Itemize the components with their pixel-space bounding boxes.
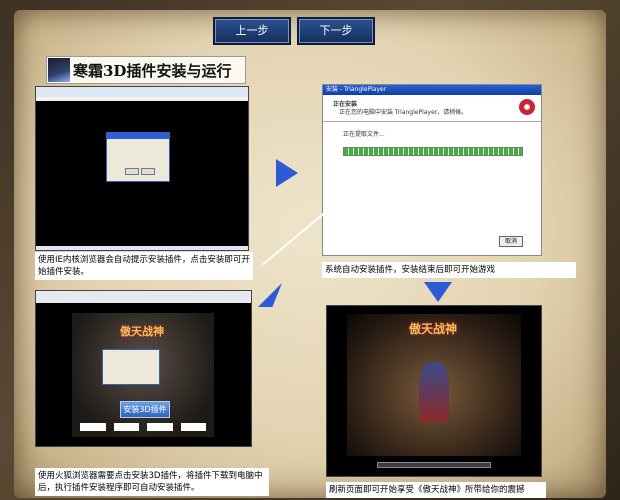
game-scene: 傲天战神 [347,314,521,456]
next-step-button[interactable]: 下一步 [299,19,373,43]
ie-address-bar [36,97,248,101]
page-title-text: 寒霜3D插件安装与运行 [73,61,232,80]
step1-caption: 使用IE内核浏览器会自动提示安装插件，点击安装即可开始插件安装。 [35,252,253,280]
partner-logos [80,423,206,431]
partner-logo [180,423,206,431]
step2-caption: 系统自动安装插件，安装结束后即可开始游戏 [322,262,576,278]
game-loading-bar [377,462,491,468]
installer-status: 正在提取文件... [343,131,385,138]
firefox-page-content: 傲天战神 安装3D插件 [72,313,214,437]
step2-installer-screenshot: 安装 - TrianglePlayer 正在安装 正在您的电脑中安装 Trian… [322,84,542,256]
arrow-down-icon [424,282,452,302]
installer-subheading: 正在您的电脑中安装 TrianglePlayer，请稍候。 [339,109,468,116]
game-title-logo: 傲天战神 [409,322,458,336]
installer-titlebar: 安装 - TrianglePlayer [323,85,541,95]
installer-cancel-button: 取消 [499,236,523,247]
firefox-toolbar [36,291,251,303]
installer-logo-icon [519,99,535,115]
ie-status-bar [36,246,248,250]
firefox-game-logo: 傲天战神 [120,325,164,338]
partner-logo [113,423,139,431]
installer-divider [323,121,541,122]
install-progress-bar [343,147,523,156]
firefox-download-dialog [102,349,160,385]
dialog-install-button [125,168,139,175]
ie-install-prompt-dialog [106,132,170,182]
step3-firefox-screenshot: 傲天战神 安装3D插件 [35,290,252,447]
game-logo-icon [48,58,70,82]
dialog-cancel-button [141,168,155,175]
step1-ie-screenshot [35,86,249,251]
dialog-titlebar [107,133,169,139]
prev-step-button[interactable]: 上一步 [215,19,289,43]
arrow-right-icon [276,159,298,187]
ie-toolbar [36,87,248,97]
page-title: 寒霜3D插件安装与运行 [46,56,246,84]
game-character [419,362,449,422]
partner-logo [147,423,173,431]
step4-game-screenshot: 傲天战神 [326,305,542,477]
step4-caption: 刷新页面即可开始享受《傲天战神》所带给你的震撼 [326,482,546,498]
step3-caption: 使用火狐浏览器需要点击安装3D插件，将插件下载到电脑中后，执行插件安装程序即可自… [35,468,269,496]
partner-logo [80,423,106,431]
install-3d-plugin-button: 安装3D插件 [120,401,170,418]
